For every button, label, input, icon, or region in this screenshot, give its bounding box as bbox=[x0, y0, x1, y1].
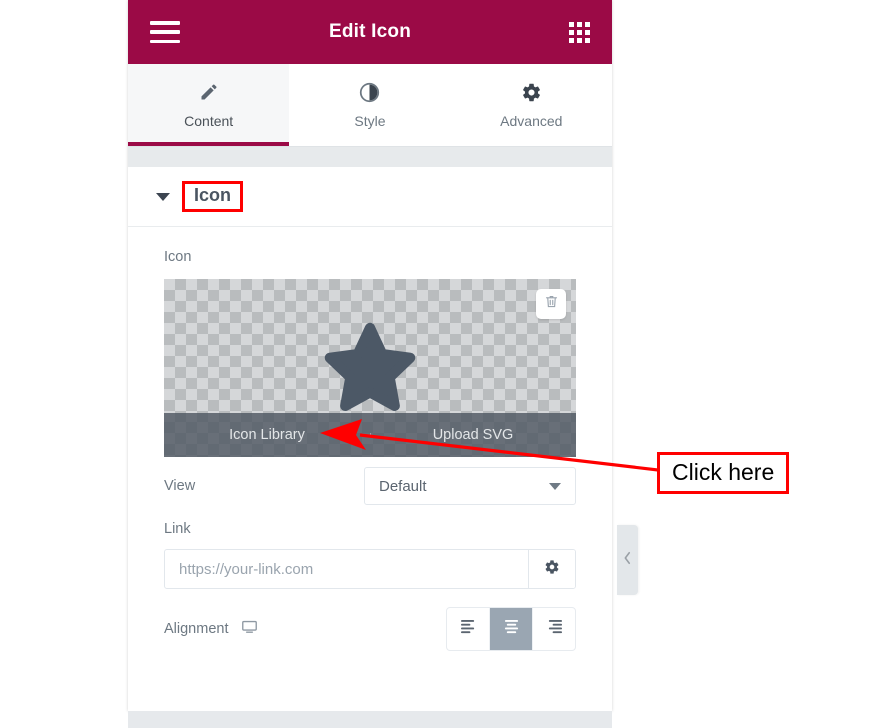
icon-library-button[interactable]: Icon Library bbox=[164, 427, 370, 443]
panel-header: Edit Icon bbox=[128, 0, 612, 64]
tab-style[interactable]: Style bbox=[289, 64, 450, 146]
grid-icon[interactable] bbox=[569, 21, 590, 43]
view-select[interactable]: Default bbox=[364, 467, 576, 505]
edit-icon-panel: Edit Icon Content Style Advanced Icon Ic… bbox=[128, 0, 612, 711]
align-right-icon bbox=[546, 619, 563, 639]
align-right-button[interactable] bbox=[533, 608, 575, 650]
section-header-icon[interactable]: Icon bbox=[128, 167, 612, 227]
icon-preview[interactable]: Icon Library Upload SVG bbox=[164, 279, 576, 457]
panel-body: Icon Icon Library Upload SVG View Defaul… bbox=[128, 227, 612, 651]
upload-svg-button[interactable]: Upload SVG bbox=[370, 427, 576, 443]
link-options-button[interactable] bbox=[528, 550, 575, 588]
align-center-button[interactable] bbox=[490, 608, 533, 650]
view-field-row: View Default bbox=[164, 457, 576, 515]
link-input[interactable] bbox=[165, 550, 528, 588]
chevron-left-icon bbox=[623, 551, 632, 570]
align-left-icon bbox=[460, 619, 477, 639]
view-select-value: Default bbox=[379, 477, 427, 495]
trash-icon bbox=[544, 294, 559, 314]
section-title-highlight: Icon bbox=[182, 181, 244, 212]
chevron-down-icon bbox=[549, 482, 561, 490]
tab-advanced[interactable]: Advanced bbox=[451, 64, 612, 146]
tab-advanced-label: Advanced bbox=[500, 113, 563, 129]
page-title: Edit Icon bbox=[328, 21, 412, 42]
pencil-icon bbox=[199, 81, 219, 103]
hamburger-icon[interactable] bbox=[150, 21, 180, 43]
view-field-label: View bbox=[164, 478, 196, 494]
tab-style-label: Style bbox=[354, 113, 386, 129]
gear-icon bbox=[544, 559, 560, 580]
panel-collapse-handle[interactable] bbox=[617, 525, 638, 595]
desktop-icon[interactable] bbox=[241, 618, 258, 640]
alignment-options bbox=[446, 607, 576, 651]
link-field-label: Link bbox=[164, 521, 191, 537]
section-title: Icon bbox=[194, 185, 232, 205]
caret-down-icon[interactable] bbox=[156, 192, 170, 201]
annotation-callout: Click here bbox=[657, 452, 790, 495]
panel-footer-strip bbox=[128, 711, 612, 728]
delete-icon-button[interactable] bbox=[536, 289, 566, 319]
star-icon bbox=[164, 313, 576, 425]
link-field-row bbox=[164, 549, 576, 589]
icon-field-label: Icon bbox=[164, 249, 192, 265]
align-center-icon bbox=[503, 619, 520, 639]
alignment-field-label: Alignment bbox=[164, 621, 229, 637]
align-left-button[interactable] bbox=[447, 608, 490, 650]
tab-content[interactable]: Content bbox=[128, 64, 290, 146]
alignment-field-row: Alignment bbox=[164, 607, 576, 651]
gear-icon bbox=[521, 81, 542, 103]
contrast-icon bbox=[359, 81, 380, 103]
panel-tabs: Content Style Advanced bbox=[128, 64, 612, 146]
tab-content-label: Content bbox=[184, 113, 234, 129]
tabs-separator bbox=[128, 146, 612, 167]
icon-preview-actions: Icon Library Upload SVG bbox=[164, 413, 576, 457]
annotation-text: Click here bbox=[672, 459, 775, 485]
